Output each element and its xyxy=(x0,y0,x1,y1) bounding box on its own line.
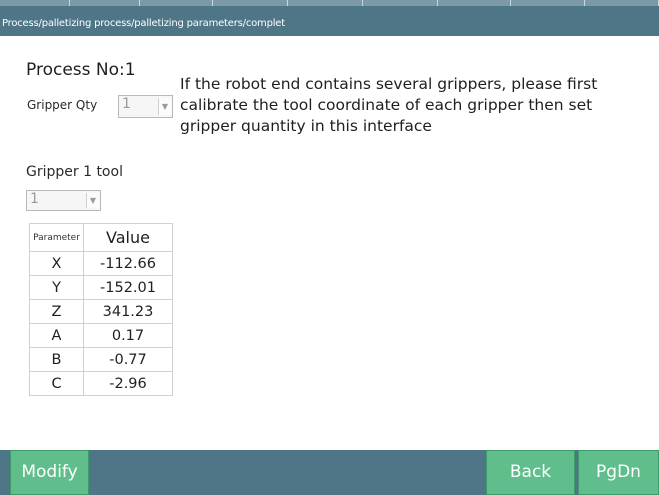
param-value-cell[interactable]: -152.01 xyxy=(83,275,173,300)
table-row[interactable]: X -112.66 xyxy=(29,251,173,276)
chevron-down-icon[interactable]: ▼ xyxy=(158,98,171,115)
table-row[interactable]: A 0.17 xyxy=(29,323,173,348)
tool-parameter-table: Parameter Value X -112.66 Y -152.01 Z 34… xyxy=(29,223,173,396)
table-row[interactable]: Y -152.01 xyxy=(29,275,173,300)
gripper-qty-select[interactable]: 1 ▼ xyxy=(118,95,173,118)
param-name-cell: X xyxy=(29,251,84,276)
param-name-cell: Y xyxy=(29,275,84,300)
param-name-cell: A xyxy=(29,323,84,348)
param-name-cell: C xyxy=(29,371,84,396)
back-button[interactable]: Back xyxy=(486,450,575,495)
column-header-value: Value xyxy=(83,223,173,252)
gripper-tool-select[interactable]: 1 ▼ xyxy=(26,190,101,211)
table-header-row: Parameter Value xyxy=(29,223,173,252)
footer-bar: Modify Back PgDn xyxy=(0,450,659,495)
process-number-title: Process No:1 xyxy=(26,60,136,80)
page-down-button[interactable]: PgDn xyxy=(578,450,659,495)
chevron-down-icon[interactable]: ▼ xyxy=(86,193,99,208)
table-row[interactable]: Z 341.23 xyxy=(29,299,173,324)
modify-button[interactable]: Modify xyxy=(10,450,89,495)
param-value-cell[interactable]: 0.17 xyxy=(83,323,173,348)
param-name-cell: B xyxy=(29,347,84,372)
column-header-parameter: Parameter xyxy=(29,223,84,252)
calibration-hint-text: If the robot end contains several grippe… xyxy=(180,75,598,135)
gripper-qty-value: 1 xyxy=(122,96,131,112)
gripper-tool-label: Gripper 1 tool xyxy=(26,164,123,180)
breadcrumb: Process/palletizing process/palletizing … xyxy=(2,18,285,29)
gripper-tool-value: 1 xyxy=(30,191,39,207)
param-name-cell: Z xyxy=(29,299,84,324)
param-value-cell[interactable]: -0.77 xyxy=(83,347,173,372)
param-value-cell[interactable]: 341.23 xyxy=(83,299,173,324)
table-row[interactable]: C -2.96 xyxy=(29,371,173,396)
table-row[interactable]: B -0.77 xyxy=(29,347,173,372)
breadcrumb-bar: Process/palletizing process/palletizing … xyxy=(0,6,659,36)
gripper-qty-label: Gripper Qty xyxy=(27,98,98,112)
param-value-cell[interactable]: -2.96 xyxy=(83,371,173,396)
param-value-cell[interactable]: -112.66 xyxy=(83,251,173,276)
